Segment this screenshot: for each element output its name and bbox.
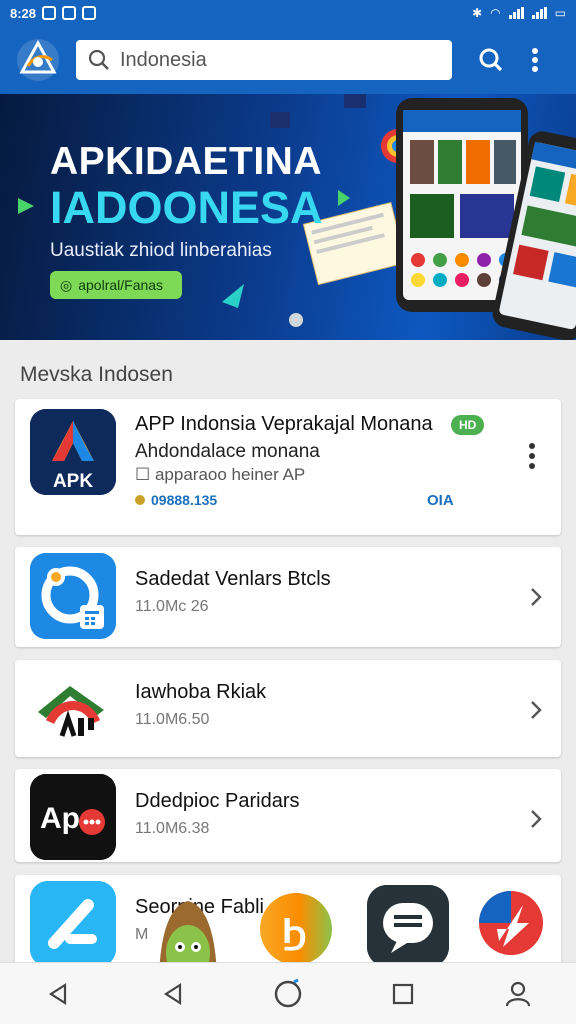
svg-text:Ap: Ap: [40, 802, 80, 835]
app-meta: 11.0M6.50: [135, 711, 210, 728]
app-title: Ddedpioc Paridars: [135, 790, 300, 812]
navigation-bar: [0, 962, 576, 1024]
signal-icon: [508, 7, 524, 19]
app-title: Sadedat Venlars Btcls: [135, 568, 331, 590]
recents-button[interactable]: [383, 974, 423, 1014]
bluetooth-icon: ✱: [472, 6, 483, 20]
featured-app-action[interactable]: OIA: [427, 492, 454, 509]
svg-text:Ϧ: Ϧ: [282, 910, 307, 951]
chat-app-icon: [367, 885, 449, 967]
chevron-right-icon: [531, 810, 542, 828]
app-list-item[interactable]: Ap Ddedpioc Paridars 11.0M6.38: [15, 769, 561, 862]
status-bar: 8:28 ✱ ◠ ▭: [0, 0, 576, 26]
chevron-right-icon: [531, 701, 542, 719]
checkbox-icon: ☐: [135, 465, 155, 484]
profile-button[interactable]: [498, 974, 538, 1014]
chevron-right-icon: [531, 588, 542, 606]
banner-subtitle: Uaustiak zhiod linberahias: [50, 240, 272, 261]
featured-app-developer: Ahdondalace monana: [135, 441, 320, 462]
banner-cta-button[interactable]: ◎ apolral/Fanas: [50, 271, 182, 299]
ad-app-icon: Ap: [30, 774, 116, 860]
back-icon: [48, 982, 66, 1005]
gallery-icon: [82, 6, 97, 20]
banner-title-highlight: IADOONESA: [50, 182, 323, 233]
home-icon: [274, 978, 302, 1007]
app-meta: 11.0M6.38: [135, 820, 210, 837]
speed-app-icon: [477, 889, 545, 957]
featured-app-title: APP Indonsia Veprakajal Monana: [135, 413, 433, 435]
sync-app-icon: [30, 553, 116, 639]
back-icon: [163, 982, 181, 1005]
apk-app-icon: APK: [30, 409, 116, 495]
overflow-menu-button[interactable]: [520, 45, 550, 75]
promo-banner[interactable]: APKIDAETINA IADOONESA Uaustiak zhiod lin…: [0, 94, 576, 340]
search-bar[interactable]: [76, 40, 452, 80]
featured-app-rating: 09888.135: [135, 492, 217, 508]
search-icon: [88, 49, 109, 70]
back-button[interactable]: [153, 974, 193, 1014]
app-list-item[interactable]: Sadedat Venlars Btcls 11.0Mc 26: [15, 547, 561, 647]
download-icon: ◎: [60, 276, 73, 293]
app-meta: M: [135, 926, 149, 943]
notification-icon: [42, 6, 57, 20]
section-title: Mevska Indosen: [20, 363, 173, 386]
apk-icon-label: APK: [53, 471, 93, 492]
wifi-icon: ◠: [490, 6, 501, 20]
search-icon: [479, 48, 503, 72]
featured-app-card[interactable]: APK APP Indonsia Veprakajal Monana HD Ah…: [15, 399, 561, 535]
battery-icon: ▭: [554, 6, 566, 20]
signal-icon: [531, 7, 547, 19]
more-vertical-icon[interactable]: [529, 443, 535, 469]
brush-app-icon: Ϧ: [260, 893, 332, 965]
banner-title: APKIDAETINA: [50, 140, 323, 183]
app-logo-icon[interactable]: [14, 36, 62, 84]
app-list-item[interactable]: Iawhoba Rkiak 11.0M6.50: [15, 660, 561, 757]
featured-app-description: ☐ apparaoo heiner AP: [135, 465, 306, 484]
house-app-icon: [30, 666, 116, 752]
search-button[interactable]: [476, 45, 506, 75]
hd-badge: HD: [451, 415, 485, 435]
app-bar: [0, 26, 576, 94]
app-title: Iawhoba Rkiak: [135, 681, 267, 703]
banner-cta-label: apolral/Fanas: [78, 277, 164, 293]
coin-icon: [135, 495, 145, 505]
notification-icon: [62, 6, 77, 20]
status-time: 8:28: [10, 5, 37, 21]
back-button[interactable]: [38, 974, 78, 1014]
home-button[interactable]: [268, 974, 308, 1014]
user-icon: [506, 981, 531, 1006]
recents-icon: [393, 983, 414, 1004]
more-vertical-icon: [532, 48, 538, 72]
tools-app-icon: [30, 881, 116, 967]
search-input[interactable]: [120, 48, 420, 72]
app-meta: 11.0Mc 26: [135, 598, 209, 615]
